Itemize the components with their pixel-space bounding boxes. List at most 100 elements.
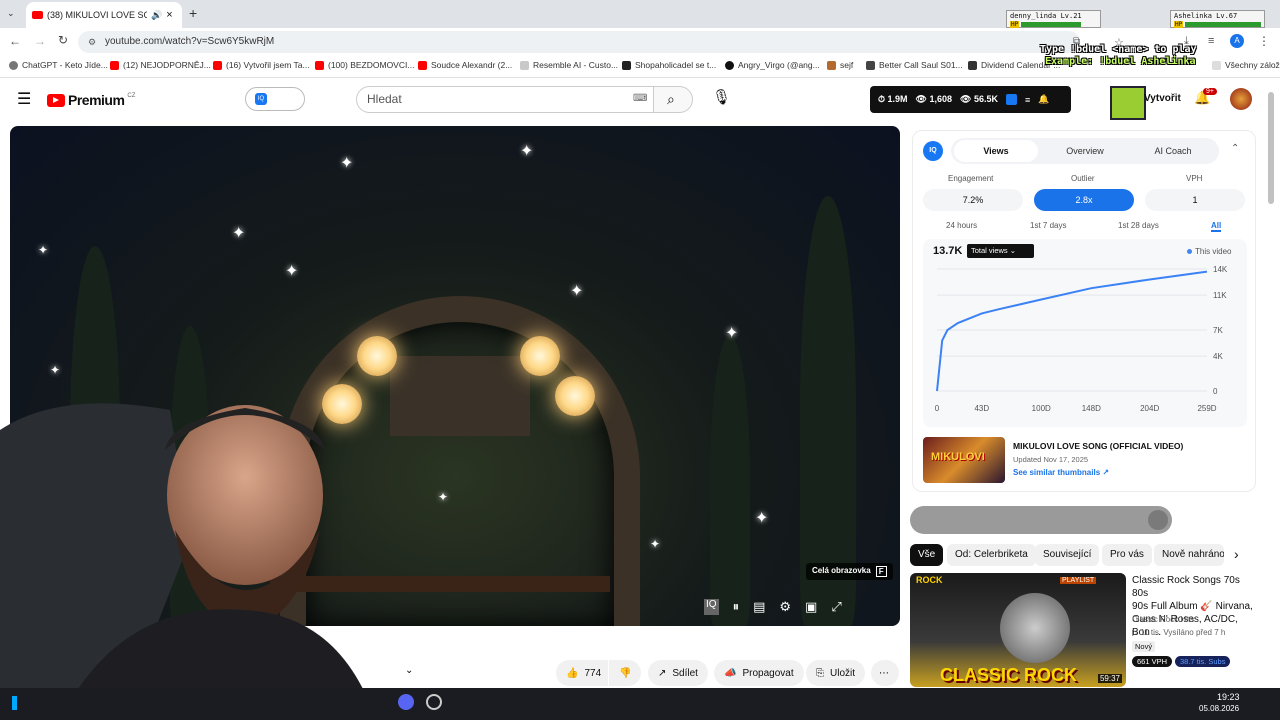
bookmark-item[interactable]: sejf: [827, 60, 853, 70]
youtube-header: ☰ Premium CZ IQ Hledat ⌨ ⌕ 🎙 ⏱ 1.9M 👁 1,…: [0, 79, 1264, 121]
page-scrollbar[interactable]: [1268, 92, 1274, 204]
start-icon[interactable]: [12, 696, 17, 710]
video-thumbnail[interactable]: MIKULOVI: [923, 437, 1005, 483]
keyboard-icon[interactable]: ⌨: [633, 93, 647, 104]
create-button[interactable]: Vytvořit: [1144, 93, 1181, 104]
player-controls: IQ ⏸ ▤ ⚙ ▣ ⤢: [704, 599, 842, 615]
tab-ai-coach[interactable]: AI Coach: [1131, 140, 1215, 162]
back-icon[interactable]: ←: [9, 34, 21, 48]
bookmark-item[interactable]: Better Call Saul S01...: [866, 60, 963, 70]
tab-overview[interactable]: Overview: [1043, 140, 1127, 162]
bookmark-item[interactable]: ChatGPT - Keto Jíde...: [9, 60, 108, 70]
bookmark-item[interactable]: (16) Vytvořil jsem Ta...: [213, 60, 310, 70]
close-tab-icon[interactable]: ×: [166, 9, 172, 21]
like-button[interactable]: 👍 774: [556, 660, 608, 686]
tab-views[interactable]: Views: [954, 140, 1038, 162]
vidiq-logo-icon: IQ: [923, 141, 943, 161]
vidiq-panel: IQ Views Overview AI Coach ⌃ Engagement …: [912, 130, 1256, 492]
bookmark-label: Soudce Alexandr (2...: [431, 60, 513, 70]
settings-icon[interactable]: ⚙: [779, 599, 791, 615]
save-label: Uložit: [830, 667, 856, 679]
chips-next-icon[interactable]: ›: [1234, 546, 1239, 562]
bookmark-item[interactable]: Angry_Virgo (@ang...: [725, 60, 820, 70]
autoplay-toggle-icon[interactable]: ⏸: [733, 599, 740, 615]
all-bookmarks[interactable]: Všechny záložky: [1212, 60, 1280, 70]
tab-list-icon[interactable]: ⌄: [7, 8, 15, 19]
lantern: [520, 336, 560, 376]
chip-all[interactable]: Vše: [910, 544, 944, 566]
x-tick-label: 0: [935, 404, 940, 413]
new-tab-icon[interactable]: +: [189, 5, 197, 21]
chip-from-channel[interactable]: Od: Celerbriketa: [947, 544, 1036, 566]
player2-label: Ashelinka Lv.67: [1174, 12, 1238, 20]
more-actions-button[interactable]: ⋯: [871, 660, 899, 686]
reload-icon[interactable]: ↻: [58, 33, 68, 47]
more-menu-icon[interactable]: ⋮: [1258, 34, 1270, 48]
bookmark-folder-icon: [827, 60, 836, 70]
thumbs-up-icon: 👍: [566, 667, 579, 679]
similar-thumbnails-link[interactable]: See similar thumbnails ↗: [1013, 468, 1109, 477]
account-avatar[interactable]: [1230, 88, 1252, 110]
site-info-icon[interactable]: ⚙: [88, 37, 96, 48]
bookmark-item[interactable]: Resemble AI - Custo...: [520, 60, 618, 70]
youtube-premium-logo[interactable]: Premium CZ: [47, 92, 135, 108]
thumbs-down-icon: 👎: [619, 667, 632, 679]
save-button[interactable]: ⎘ Uložit: [806, 660, 866, 686]
collapse-icon[interactable]: ⌃: [1231, 143, 1239, 154]
bookmark-label: (100) BEZDOMOVCI...: [328, 60, 415, 70]
sparkle: ✦: [232, 225, 246, 242]
menu-lines-icon[interactable]: ≡: [1208, 35, 1214, 47]
range-24h[interactable]: 24 hours: [946, 221, 977, 230]
sparkle: ✦: [725, 325, 739, 342]
miniplayer-icon[interactable]: ▣: [805, 599, 817, 615]
lantern: [357, 336, 397, 376]
chip-related[interactable]: Související: [1035, 544, 1100, 566]
profile-avatar[interactable]: A: [1230, 34, 1244, 48]
speaker-icon[interactable]: 🔊: [151, 10, 162, 21]
youtube-icon: [315, 60, 324, 70]
share-button[interactable]: ↗ Sdílet: [648, 660, 708, 686]
bookmark-item[interactable]: (12) NEJODPORNĚJ...: [110, 60, 211, 70]
chip-for-you[interactable]: Pro vás: [1102, 544, 1152, 566]
range-all[interactable]: All: [1211, 221, 1222, 232]
bookmark-item[interactable]: Shopaholicadel se t...: [622, 60, 716, 70]
thumbnail-text: MIKULOVI: [931, 451, 985, 463]
thumb-classic-rock: CLASSIC ROCK: [940, 665, 1078, 685]
dislike-button[interactable]: 👎: [609, 660, 641, 686]
list-icon[interactable]: ≡: [1025, 95, 1030, 105]
vidiq-toggle[interactable]: IQ: [245, 87, 305, 111]
fullscreen-icon[interactable]: ⤢: [831, 599, 841, 615]
next-arrow-icon[interactable]: [1148, 510, 1168, 530]
vidiq-player-icon[interactable]: IQ: [704, 599, 719, 615]
search-button[interactable]: ⌕: [653, 86, 693, 113]
vph-badge: 661 VPH: [1132, 656, 1173, 667]
bookmark-label: (16) Vytvořil jsem Ta...: [226, 60, 310, 70]
bookmark-label: Resemble AI - Custo...: [533, 60, 619, 70]
rec-channel[interactable]: Classic Rock Hits: [1132, 615, 1194, 624]
hamburger-menu-icon[interactable]: ☰: [17, 89, 31, 109]
chip-recently-uploaded[interactable]: Nově nahráno: [1154, 544, 1224, 566]
total-views-select[interactable]: Total views ⌄: [967, 244, 1034, 258]
youtube-icon: [418, 60, 427, 70]
range-28d[interactable]: 1st 28 days: [1118, 221, 1159, 230]
url-input[interactable]: youtube.com/watch?v=Scw6Y5kwRjM: [78, 31, 1080, 53]
subtitles-icon[interactable]: ▤: [753, 599, 765, 615]
forward-icon[interactable]: →: [34, 34, 46, 48]
app-icon[interactable]: [426, 694, 442, 710]
thumb-text: ROCK: [916, 575, 943, 585]
range-7d[interactable]: 1st 7 days: [1030, 221, 1066, 230]
discord-icon[interactable]: [398, 694, 414, 710]
bell-alert-icon[interactable]: 🔔: [1038, 94, 1049, 105]
rec-thumbnail[interactable]: ROCK PLAYLIST CLASSIC ROCK 59:37: [910, 573, 1126, 687]
vidiq-stats-bar[interactable]: ⏱ 1.9M 👁 1,608 👁 56.5K ≡ 🔔: [870, 86, 1071, 113]
search-input[interactable]: Hledat: [356, 86, 654, 113]
microphone-icon[interactable]: 🎙: [712, 88, 731, 106]
promote-button[interactable]: 📣 Propagovat: [714, 660, 804, 686]
vidiq-icon[interactable]: [1005, 94, 1017, 105]
fullscreen-tooltip: Celá obrazovka F: [806, 563, 893, 580]
bookmark-item[interactable]: (100) BEZDOMOVCI...: [315, 60, 414, 70]
share-label: Sdílet: [672, 667, 698, 679]
browser-tab[interactable]: (38) MIKULOVI LOVE SONG 🔊 ×: [26, 2, 182, 28]
expand-chevron-icon[interactable]: ⌄: [405, 665, 413, 676]
bookmark-item[interactable]: Soudce Alexandr (2...: [418, 60, 512, 70]
